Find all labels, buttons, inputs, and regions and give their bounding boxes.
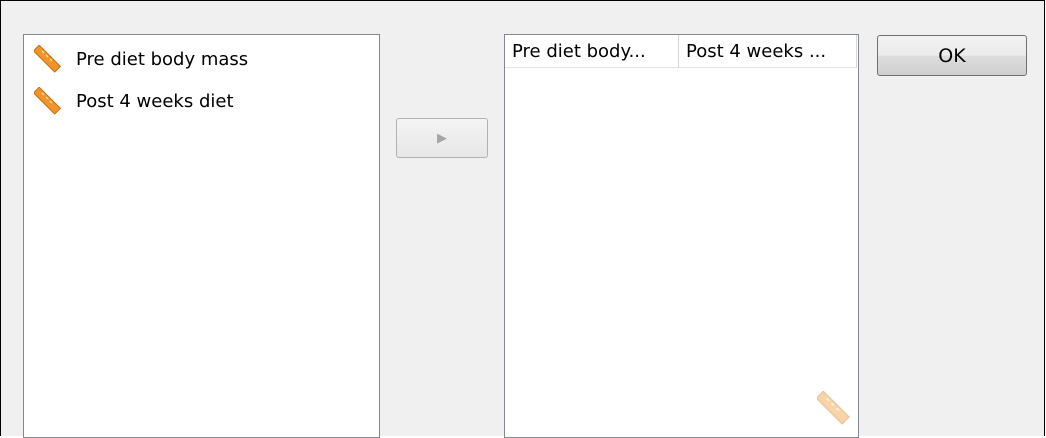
list-item-pre-diet-body-mass[interactable]: Pre diet body mass <box>32 44 249 73</box>
ruler-icon <box>32 86 62 115</box>
variable-selection-dialog: Pre diet body mass Post 4 weeks diet ▶ P… <box>0 0 1045 438</box>
ruler-icon <box>32 44 62 73</box>
right-arrow-icon: ▶ <box>437 130 447 146</box>
list-item-label: Post 4 weeks diet <box>76 90 234 112</box>
column-header-post-4-weeks[interactable]: Post 4 weeks ... <box>679 35 857 68</box>
target-variables-grid[interactable]: Pre diet body... Post 4 weeks ... <box>504 34 859 438</box>
ok-button[interactable]: OK <box>877 35 1027 76</box>
list-item-post-4-weeks-diet[interactable]: Post 4 weeks diet <box>32 86 234 115</box>
source-variables-list[interactable]: Pre diet body mass Post 4 weeks diet <box>23 34 380 438</box>
list-item-label: Pre diet body mass <box>76 48 249 70</box>
grid-header: Pre diet body... Post 4 weeks ... <box>505 35 857 69</box>
ruler-icon <box>815 390 851 425</box>
move-right-button[interactable]: ▶ <box>396 118 488 158</box>
column-header-pre-diet-body[interactable]: Pre diet body... <box>505 35 679 68</box>
